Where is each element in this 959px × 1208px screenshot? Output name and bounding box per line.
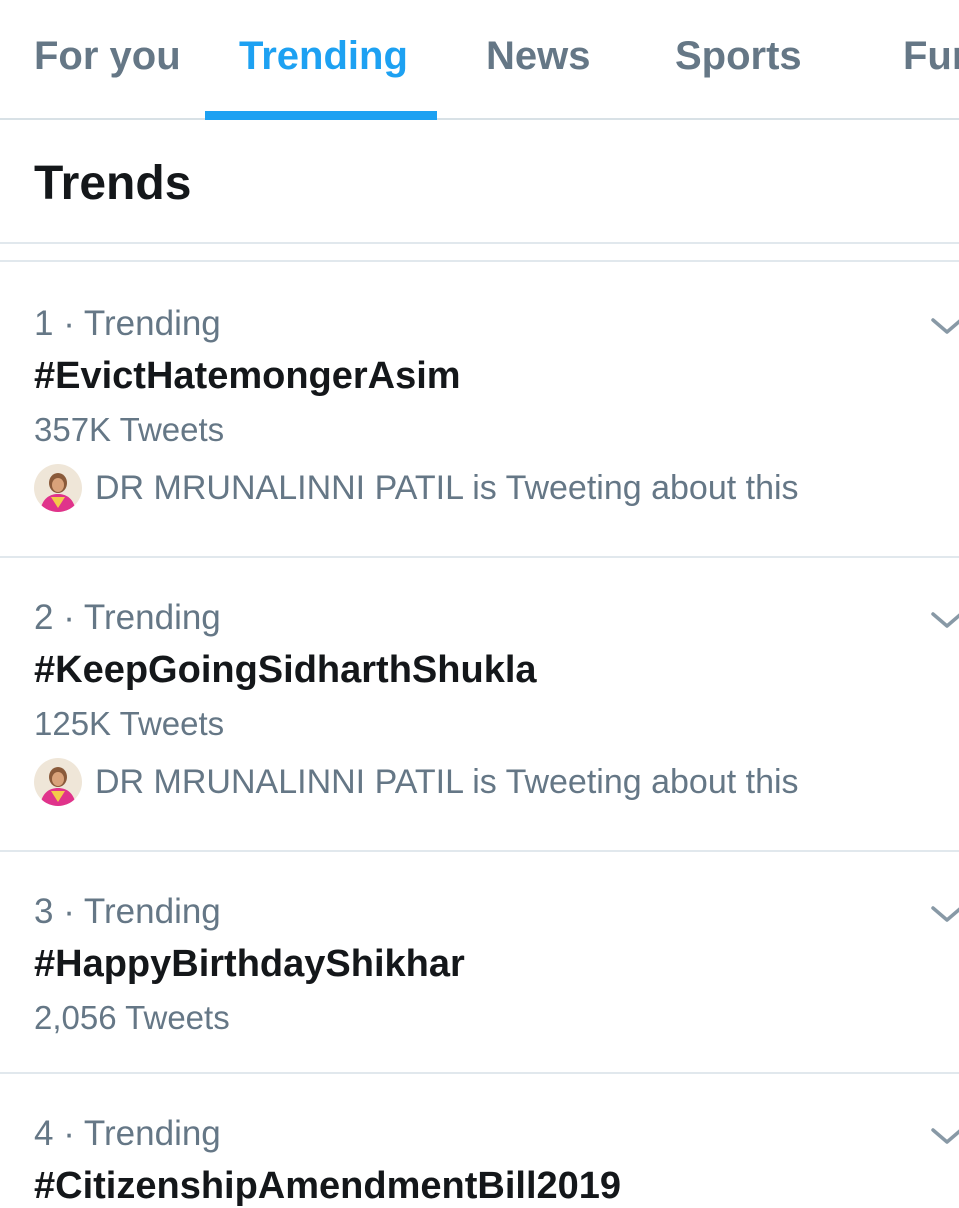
page-title: Trends [34, 157, 192, 210]
tweet-count: 2,056 Tweets [34, 999, 230, 1036]
avatar [34, 758, 82, 806]
trends-header: Trends [0, 120, 959, 244]
context-text: DR MRUNALINNI PATIL is Tweeting about th… [95, 469, 799, 507]
tweet-count: 357K Tweets [34, 411, 225, 448]
trend-rank-label: 1 · Trending [34, 304, 221, 343]
tweet-count: 125K Tweets [34, 705, 225, 742]
trend-hashtag: #EvictHatemongerAsim [34, 355, 461, 397]
tab-trending[interactable]: Trending [239, 0, 408, 120]
trend-item[interactable]: 2 · Trending #KeepGoingSidharthShukla 12… [0, 558, 959, 852]
active-tab-indicator [205, 111, 437, 120]
trend-hashtag: #CitizenshipAmendmentBill2019 [34, 1165, 622, 1207]
section-divider [0, 244, 959, 262]
tab-sports[interactable]: Sports [675, 0, 802, 120]
context-text: DR MRUNALINNI PATIL is Tweeting about th… [95, 763, 799, 801]
trend-item[interactable]: 3 · Trending #HappyBirthdayShikhar 2,056… [0, 852, 959, 1074]
tab-fun[interactable]: Fun [903, 0, 959, 120]
chevron-down-icon[interactable] [929, 314, 959, 338]
trend-item[interactable]: 4 · Trending #CitizenshipAmendmentBill20… [0, 1074, 959, 1207]
chevron-down-icon[interactable] [929, 608, 959, 632]
trend-hashtag: #HappyBirthdayShikhar [34, 943, 465, 985]
trend-rank-label: 4 · Trending [34, 1114, 221, 1153]
trend-rank-label: 2 · Trending [34, 598, 221, 637]
tab-for-you[interactable]: For you [34, 0, 181, 120]
trend-item[interactable]: 1 · Trending #EvictHatemongerAsim 357K T… [0, 264, 959, 558]
tab-news[interactable]: News [486, 0, 591, 120]
trend-hashtag: #KeepGoingSidharthShukla [34, 649, 537, 691]
trend-rank-label: 3 · Trending [34, 892, 221, 931]
chevron-down-icon[interactable] [929, 1124, 959, 1148]
tab-bar: For you Trending News Sports Fun [0, 0, 959, 120]
chevron-down-icon[interactable] [929, 902, 959, 926]
avatar [34, 464, 82, 512]
